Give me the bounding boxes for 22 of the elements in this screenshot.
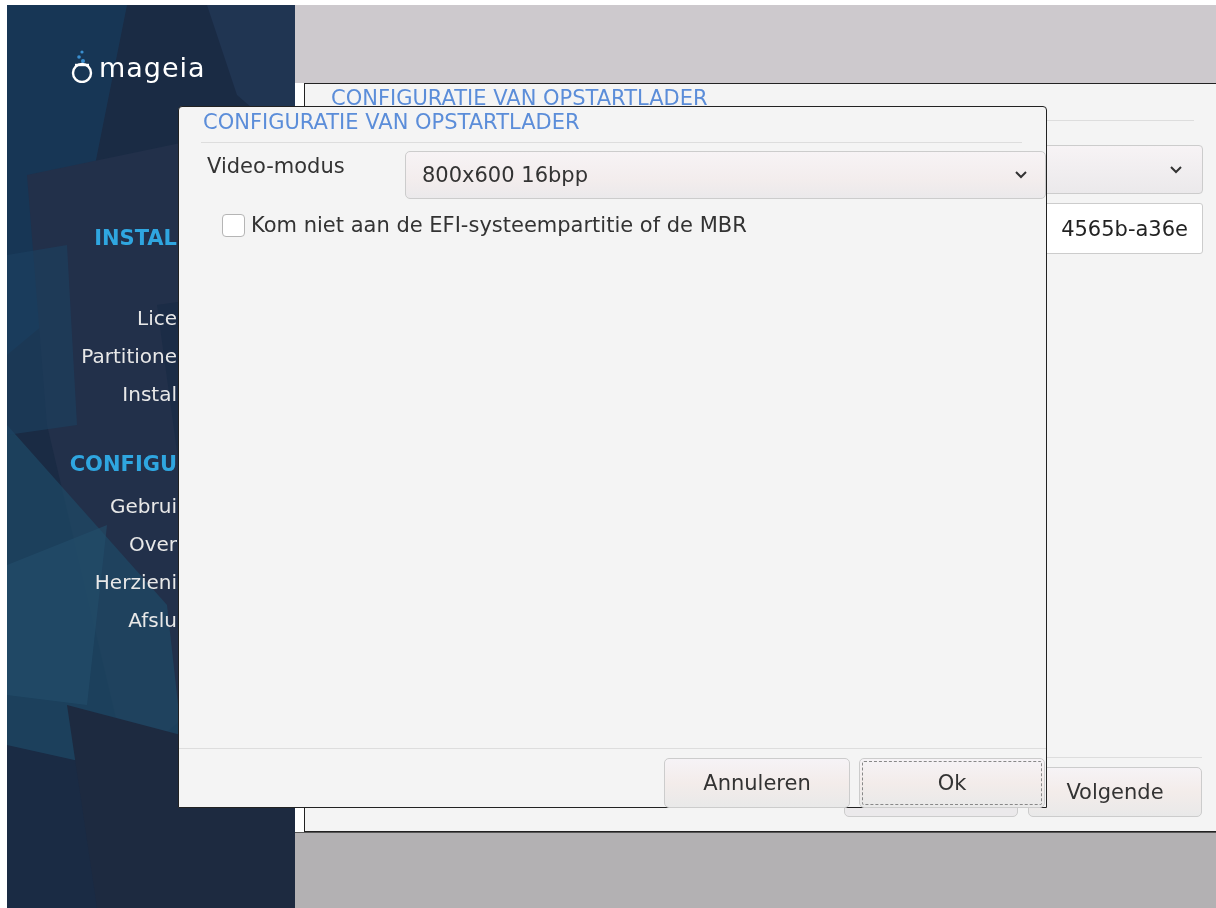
step-item: Herzieni xyxy=(94,569,177,596)
ok-button[interactable]: Ok xyxy=(859,758,1045,808)
section-heading: CONFIGU xyxy=(69,451,177,477)
cancel-button[interactable]: Annuleren xyxy=(664,758,850,808)
step-item: Over xyxy=(128,531,177,558)
dialog-title: CONFIGURATIE VAN OPSTARTLADER xyxy=(203,109,581,135)
checkbox[interactable] xyxy=(222,213,245,237)
logo-text: mageia xyxy=(99,53,206,83)
video-mode-dropdown[interactable]: 800x600 16bpp xyxy=(405,151,1046,199)
step-item: Lice xyxy=(137,305,177,332)
next-button[interactable]: Volgende xyxy=(1028,767,1202,817)
step-item: Instal xyxy=(122,381,177,408)
chevron-down-icon xyxy=(1015,171,1027,179)
field-label: Video-modus xyxy=(207,153,346,180)
flask-icon xyxy=(69,49,95,83)
step-item: Afslu xyxy=(128,607,177,634)
section-heading: INSTAL xyxy=(94,225,177,251)
window-title: CONFIGURATIE VAN OPSTARTLADER xyxy=(331,85,708,111)
checkbox-label[interactable]: Kom niet aan de EFI-systeempartitie of de MBR xyxy=(251,213,747,237)
step-item: Gebrui xyxy=(110,493,177,520)
step-item: Partitione xyxy=(81,343,177,370)
chevron-down-icon xyxy=(1170,165,1182,174)
